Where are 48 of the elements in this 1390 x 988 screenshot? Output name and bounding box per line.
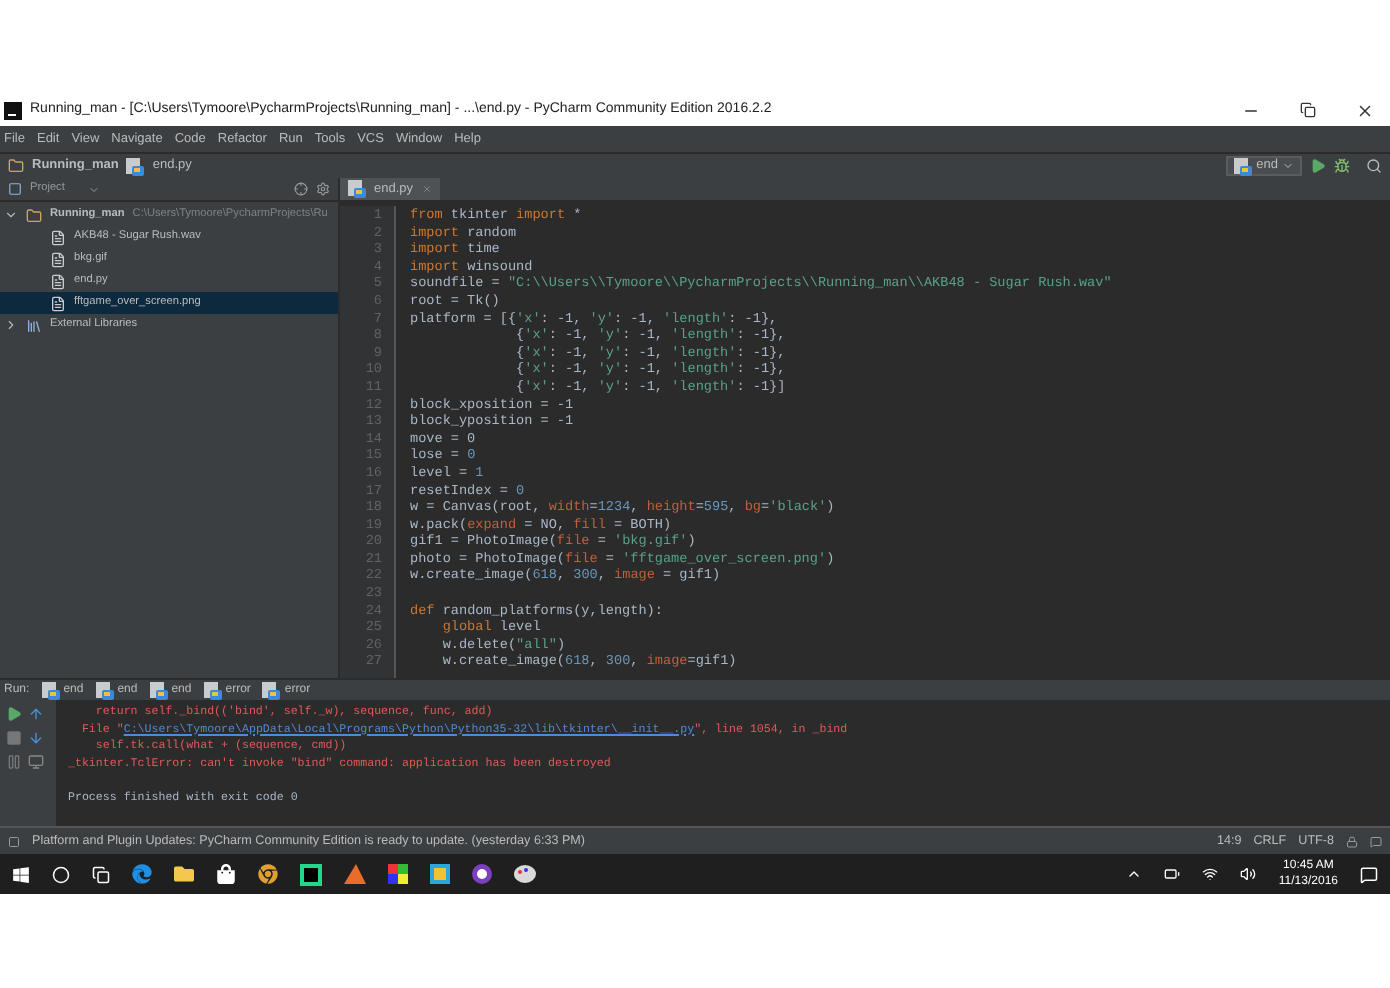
triangle-app-icon[interactable] [344, 864, 366, 884]
down-arrow-icon[interactable] [28, 730, 44, 746]
settings-icon[interactable] [316, 182, 330, 196]
rerun-icon[interactable] [6, 706, 22, 722]
windows-logo-icon[interactable] [12, 865, 30, 883]
file-icon [50, 295, 66, 311]
circle-icon[interactable] [52, 865, 70, 883]
folder-icon [26, 207, 42, 223]
caret-icon [1282, 160, 1294, 172]
lock-icon[interactable] [1346, 835, 1358, 847]
debug-icon[interactable] [1334, 158, 1350, 174]
locate-icon[interactable] [294, 182, 308, 196]
event-log-icon[interactable] [1370, 835, 1382, 847]
python-file-icon [262, 681, 281, 699]
task-view-icon[interactable] [92, 865, 110, 883]
paint-palette-icon[interactable] [514, 864, 536, 884]
close-icon[interactable] [1356, 101, 1374, 119]
chrome-icon[interactable] [258, 864, 278, 884]
file-icon [50, 273, 66, 289]
project-icon [8, 182, 22, 196]
notifications-icon[interactable] [1360, 865, 1378, 883]
circle-app-icon[interactable] [472, 864, 492, 884]
python-file-icon [41, 681, 60, 699]
search-icon[interactable] [1366, 158, 1382, 174]
network-icon[interactable] [1202, 866, 1219, 882]
file-icon [50, 251, 66, 267]
panel-toggle-icon[interactable] [8, 835, 20, 847]
monitor-icon[interactable] [28, 754, 44, 770]
run-icon[interactable] [1310, 158, 1326, 174]
chevron-up-icon[interactable] [1126, 866, 1143, 882]
library-icon [26, 317, 42, 333]
up-arrow-icon[interactable] [28, 706, 44, 722]
shopping-bag-icon[interactable] [216, 864, 236, 884]
colored-squares-icon[interactable] [388, 864, 408, 884]
file-icon [50, 229, 66, 245]
folder-icon[interactable] [174, 864, 194, 884]
restore-icon[interactable] [1300, 102, 1316, 118]
browser-icon[interactable] [132, 864, 152, 884]
python-file-icon [1234, 157, 1253, 175]
volume-icon[interactable] [1240, 866, 1257, 882]
battery-icon[interactable] [1164, 866, 1181, 882]
python-file-icon [348, 180, 366, 198]
python-file-icon [95, 681, 114, 699]
ide-app-icon[interactable] [300, 863, 322, 885]
python-file-icon [149, 681, 168, 699]
folder-icon [8, 158, 24, 174]
python-file-icon [126, 157, 145, 175]
python-file-icon [203, 681, 222, 699]
